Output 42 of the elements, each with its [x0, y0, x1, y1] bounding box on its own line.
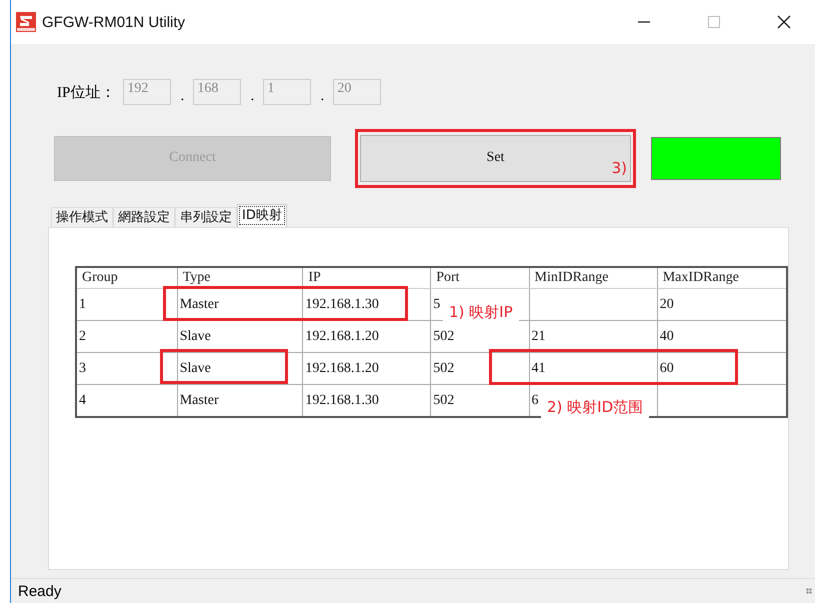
table-cell: 192.168.1.30: [305, 296, 379, 312]
table-cell: Master: [180, 392, 219, 408]
tab[interactable]: ID映射: [237, 204, 287, 227]
annotation-label: 3): [612, 158, 627, 176]
close-icon[interactable]: [777, 15, 791, 29]
logo-icon: [16, 12, 36, 32]
table-cell: 192.168.1.20: [305, 360, 379, 376]
window-title: GFGW-RM01N Utility: [42, 14, 186, 30]
table-cell: 192.168.1.30: [305, 392, 379, 408]
table-cell: 192.168.1.20: [305, 328, 379, 344]
column-header[interactable]: Port: [430, 267, 530, 288]
table-cell: 60: [660, 360, 674, 376]
ip-label: IP位址：: [57, 84, 116, 102]
table-cell: 41: [532, 360, 546, 376]
column-header[interactable]: MinIDRange: [529, 267, 658, 288]
table-cell: Slave: [180, 360, 211, 376]
column-header[interactable]: MaxIDRange: [657, 267, 787, 288]
resize-grip-icon[interactable]: [806, 588, 812, 594]
table-cell: 3: [79, 360, 86, 376]
tab[interactable]: 網路設定: [113, 207, 175, 227]
table-cell: 1: [79, 296, 86, 312]
table-cell: Master: [180, 296, 219, 312]
table-cell: 4: [79, 392, 86, 408]
ip-separator: .: [180, 89, 186, 105]
table-cell: 40: [660, 328, 674, 344]
table-cell: 20: [660, 296, 674, 312]
column-header[interactable]: Group: [76, 267, 178, 288]
table-cell: 5: [433, 296, 440, 312]
annotation-label: 1) 映射IP: [443, 302, 519, 323]
ip-separator: .: [320, 89, 326, 105]
table-cell: 2: [79, 328, 86, 344]
table-cell: 21: [532, 328, 546, 344]
table-cell: 6: [532, 392, 539, 408]
annotation-label: 2) 映射ID范围: [541, 397, 650, 418]
tab[interactable]: 串列設定: [175, 207, 237, 227]
table-cell: 502: [433, 360, 454, 376]
table-cell: 502: [433, 328, 454, 344]
table-cell: 502: [433, 392, 454, 408]
status-text: Ready: [18, 582, 62, 600]
ip-separator: .: [250, 89, 256, 105]
table-cell: Slave: [180, 328, 211, 344]
tab[interactable]: 操作模式: [51, 207, 113, 227]
